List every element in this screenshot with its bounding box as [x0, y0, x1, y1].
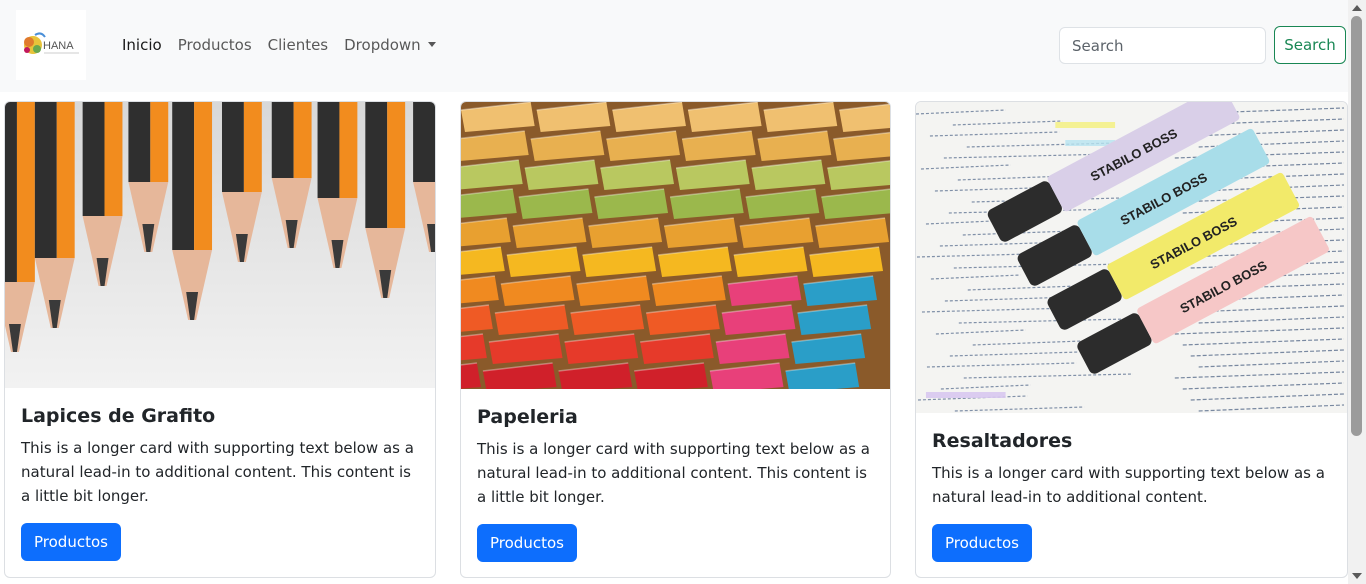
product-card-resaltadores: STABILO BOSS STABILO BOSS STABILO BOSS STAB…	[915, 101, 1348, 578]
nav-link-clientes[interactable]: Clientes	[268, 35, 328, 55]
card-title: Resaltadores	[932, 430, 1073, 452]
caret-down-icon	[427, 42, 436, 47]
scroll-up-arrow-icon[interactable]	[1352, 5, 1362, 11]
productos-button[interactable]: Productos	[932, 524, 1032, 562]
scrollbar-thumb[interactable]	[1351, 16, 1362, 436]
page: HANA Inicio Productos Clientes Dropdown …	[0, 0, 1366, 584]
highlighters-image: STABILO BOSS STABILO BOSS STABILO BOSS STAB…	[916, 102, 1347, 413]
search-button[interactable]: Search	[1274, 26, 1346, 64]
navbar: HANA Inicio Productos Clientes Dropdown …	[0, 0, 1348, 92]
paper-stacks-image	[461, 102, 890, 389]
nav-dropdown-toggle[interactable]: Dropdown	[344, 35, 436, 55]
vertical-scrollbar[interactable]	[1348, 0, 1366, 584]
product-card-papeleria: Papeleria This is a longer card with sup…	[460, 101, 891, 578]
card-text: This is a longer card with supporting te…	[21, 439, 414, 505]
nav-dropdown-label: Dropdown	[344, 36, 421, 54]
productos-button[interactable]: Productos	[477, 524, 577, 562]
card-text: This is a longer card with supporting te…	[932, 464, 1325, 506]
nav-links: Inicio Productos Clientes Dropdown	[122, 35, 452, 55]
brand-logo[interactable]: HANA	[16, 10, 86, 80]
product-card-lapices: Lapices de Grafito This is a longer card…	[4, 101, 436, 578]
svg-text:HANA: HANA	[43, 40, 74, 52]
hana-logo-icon: HANA	[24, 32, 79, 54]
nav-link-productos[interactable]: Productos	[178, 35, 252, 55]
search-input[interactable]	[1059, 27, 1266, 64]
nav-link-inicio[interactable]: Inicio	[122, 35, 162, 55]
scroll-down-arrow-icon[interactable]	[1352, 573, 1362, 579]
card-text: This is a longer card with supporting te…	[477, 440, 870, 506]
card-title: Papeleria	[477, 406, 578, 428]
productos-button[interactable]: Productos	[21, 523, 121, 561]
pencils-image	[5, 102, 435, 388]
card-title: Lapices de Grafito	[21, 405, 216, 427]
